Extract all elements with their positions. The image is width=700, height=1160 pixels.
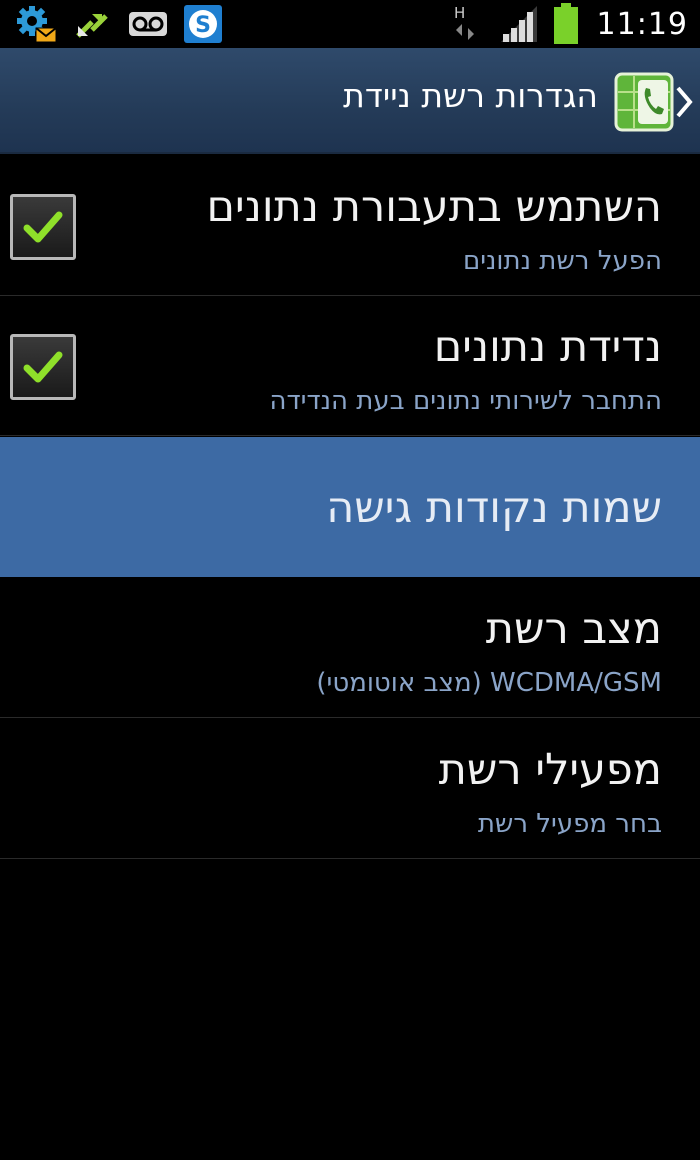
setting-subtitle: WCDMA/GSM (מצב אוטומטי) — [316, 668, 662, 698]
setting-network-mode[interactable]: מצב רשת WCDMA/GSM (מצב אוטומטי) — [0, 578, 700, 718]
setting-access-point-names[interactable]: שמות נקודות גישה — [0, 437, 700, 577]
setting-title: נדידת נתונים — [433, 322, 662, 372]
setting-use-data[interactable]: השתמש בתעבורת נתונים הפעל רשת נתונים — [0, 156, 700, 296]
setting-title: השתמש בתעבורת נתונים — [206, 182, 662, 232]
skype-icon: S — [182, 4, 226, 44]
signal-icon — [497, 4, 541, 44]
action-bar: הגדרות רשת ניידת — [0, 48, 700, 154]
battery-icon — [551, 3, 581, 44]
setting-title: מפעילי רשת — [438, 745, 662, 795]
data-transfer-icon: H — [443, 4, 487, 44]
setting-title: שמות נקודות גישה — [326, 483, 662, 533]
data-roaming-checkbox[interactable] — [10, 334, 76, 400]
setting-subtitle: בחר מפעיל רשת — [477, 809, 662, 839]
svg-text:S: S — [195, 13, 211, 38]
setting-data-roaming[interactable]: נדידת נתונים התחבר לשירותי נתונים בעת הנ… — [0, 296, 700, 436]
setting-subtitle: הפעל רשת נתונים — [462, 246, 662, 276]
back-chevron-icon[interactable] — [674, 84, 696, 120]
status-bar: S H 11:19 — [0, 0, 700, 48]
notification-icons: S — [14, 2, 226, 46]
phone-settings-icon[interactable] — [614, 72, 674, 132]
system-status: H 11:19 — [443, 0, 688, 48]
use-data-checkbox[interactable] — [10, 194, 76, 260]
checkmark-icon — [23, 211, 63, 243]
setting-title: מצב רשת — [485, 604, 662, 654]
clock: 11:19 — [596, 6, 688, 42]
page-title: הגדרות רשת ניידת — [343, 76, 598, 115]
setting-subtitle: התחבר לשירותי נתונים בעת הנדידה — [269, 386, 662, 416]
sync-icon — [70, 4, 114, 44]
settings-mail-icon — [14, 4, 58, 44]
svg-text:H: H — [454, 4, 465, 22]
voicemail-icon — [126, 4, 170, 44]
setting-network-operators[interactable]: מפעילי רשת בחר מפעיל רשת — [0, 719, 700, 859]
checkmark-icon — [23, 351, 63, 383]
